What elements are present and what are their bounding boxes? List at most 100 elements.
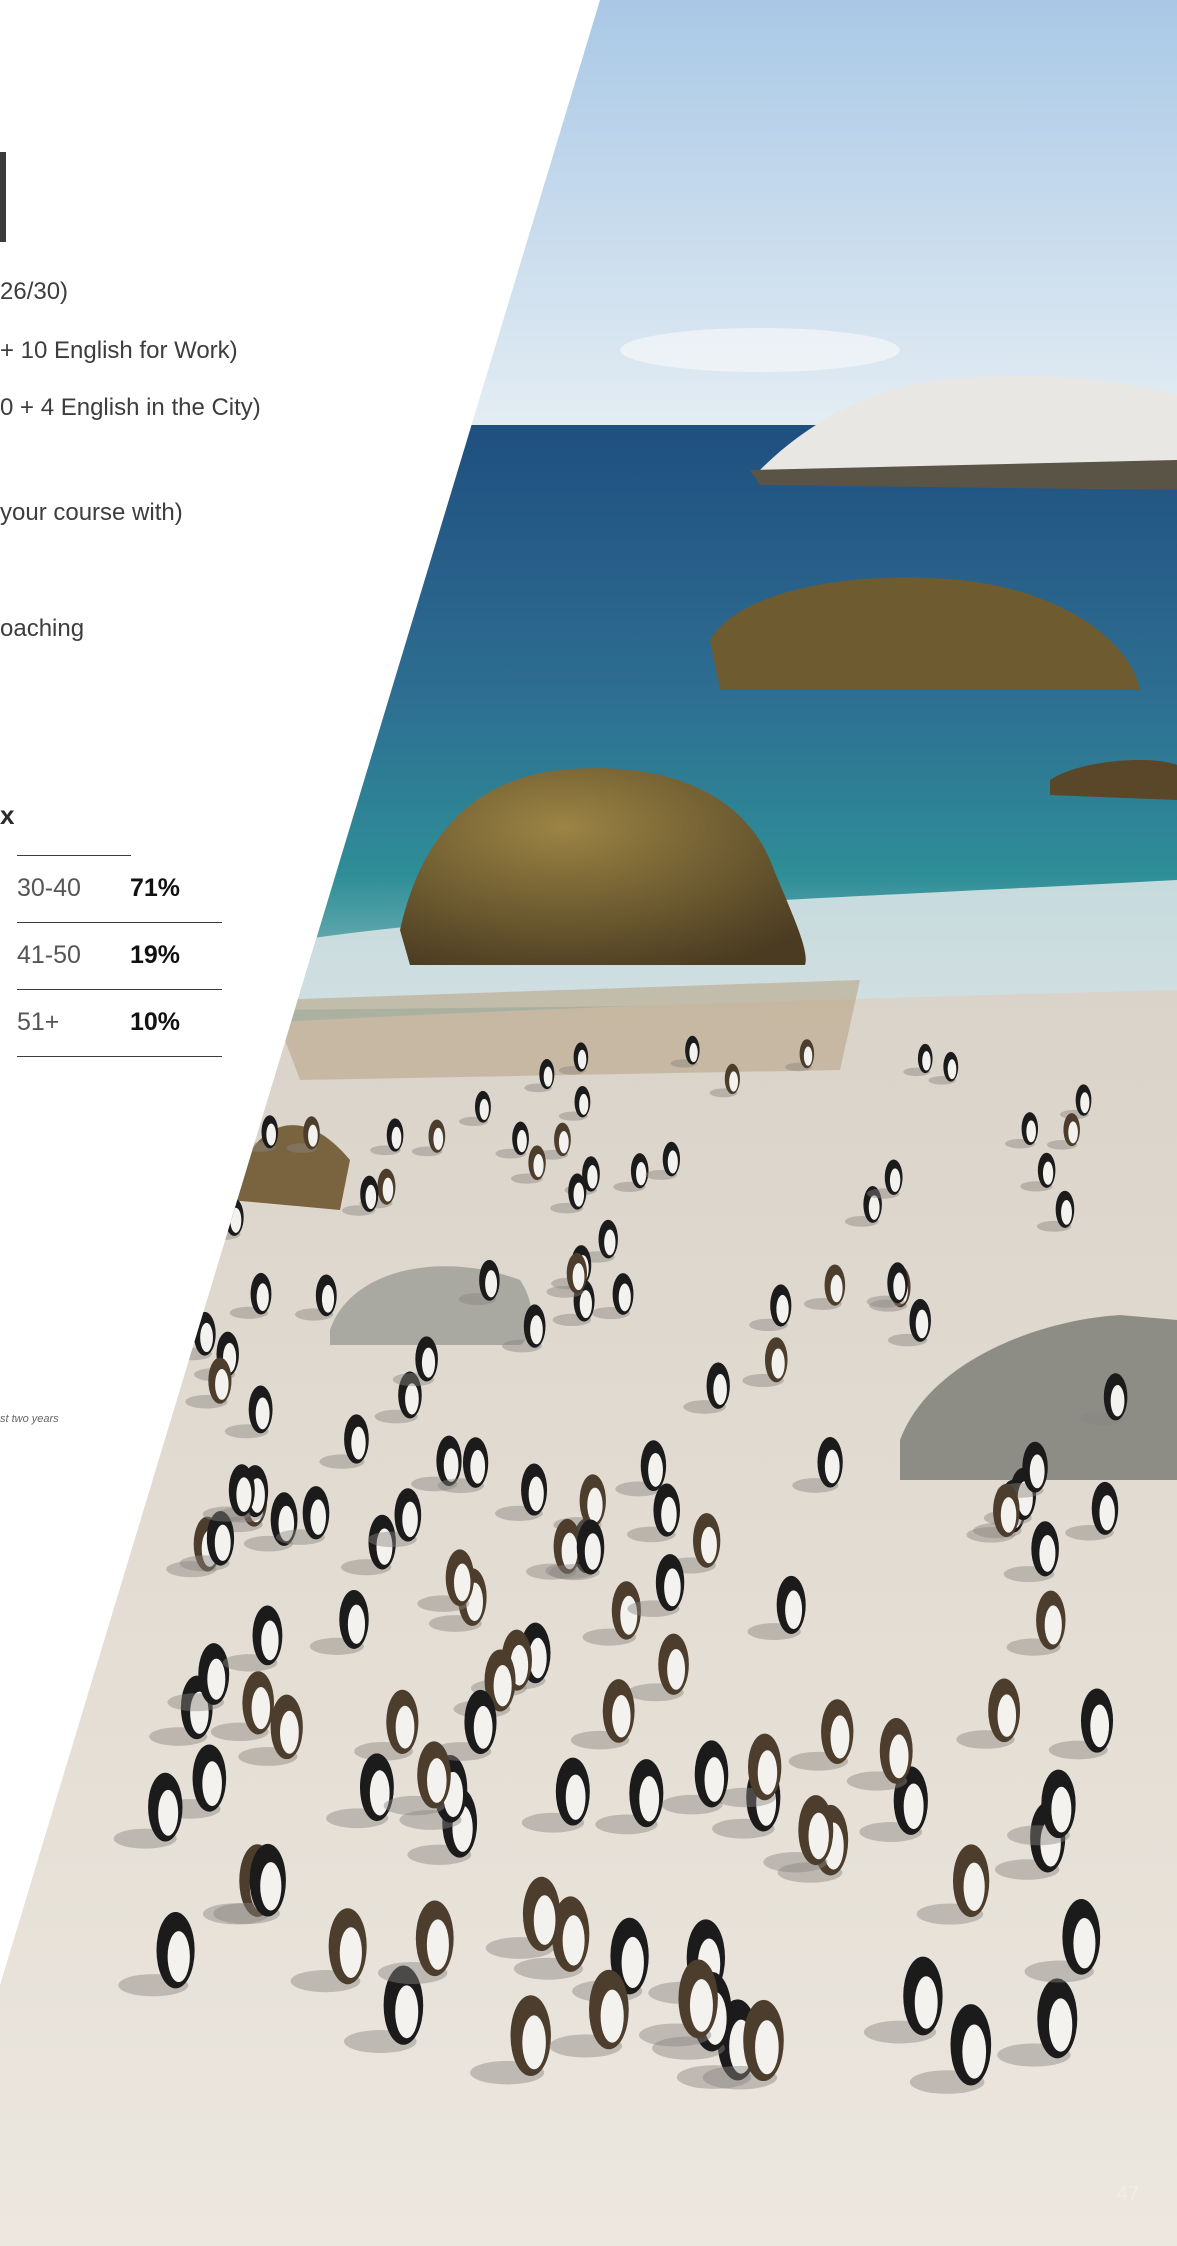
penguin-belly bbox=[600, 1989, 624, 2043]
age-row: 30-40 71% bbox=[17, 856, 222, 923]
penguin-belly bbox=[402, 1501, 418, 1538]
penguin-belly bbox=[577, 1049, 587, 1070]
penguin-belly bbox=[517, 1129, 527, 1153]
penguin-belly bbox=[202, 1761, 222, 1807]
penguin-belly bbox=[473, 1705, 493, 1749]
penguin-belly bbox=[443, 1448, 459, 1482]
penguin-belly bbox=[530, 1315, 543, 1345]
penguin-belly bbox=[167, 1931, 190, 1983]
penguin-belly bbox=[470, 1449, 486, 1484]
penguin-belly bbox=[584, 1533, 601, 1570]
penguin-belly bbox=[757, 1750, 778, 1795]
penguin-belly bbox=[347, 1604, 366, 1644]
penguin-belly bbox=[620, 1595, 638, 1635]
age-percent: 10% bbox=[130, 1008, 181, 1036]
penguin-belly bbox=[755, 2020, 779, 2075]
penguin-belly bbox=[279, 1710, 299, 1754]
course-line-4: your course with) bbox=[0, 499, 183, 526]
penguin-belly bbox=[667, 1150, 678, 1174]
penguin-belly bbox=[579, 1093, 589, 1115]
penguin-belly bbox=[1099, 1495, 1115, 1531]
penguin-belly bbox=[664, 1568, 681, 1607]
penguin-belly bbox=[261, 1620, 279, 1661]
penguin-belly bbox=[785, 1590, 803, 1630]
penguin-belly bbox=[1051, 1786, 1072, 1833]
penguin-belly bbox=[207, 1658, 226, 1700]
penguin-belly bbox=[704, 1757, 725, 1802]
penguin-belly bbox=[1090, 1704, 1110, 1748]
penguin-belly bbox=[565, 1774, 586, 1820]
page-number: 47 bbox=[1116, 2183, 1139, 2205]
penguin-belly bbox=[522, 2015, 546, 2070]
penguin-belly bbox=[903, 1783, 924, 1830]
penguin-belly bbox=[1048, 1998, 1073, 2052]
penguin-belly bbox=[776, 1294, 789, 1324]
penguin-belly bbox=[485, 1270, 498, 1298]
penguin-belly bbox=[648, 1452, 663, 1487]
penguin-belly bbox=[351, 1426, 366, 1460]
course-line-5: oaching bbox=[0, 615, 85, 642]
penguin-belly bbox=[158, 1789, 179, 1836]
penguin-belly bbox=[308, 1124, 318, 1147]
penguin-belly bbox=[256, 1283, 269, 1312]
penguin-belly bbox=[427, 1758, 447, 1803]
age-range: 41-50 bbox=[17, 941, 81, 969]
penguin-belly bbox=[963, 1862, 985, 1912]
penguin-belly bbox=[713, 1373, 727, 1405]
penguin-belly bbox=[421, 1347, 436, 1378]
penguin-belly bbox=[200, 1322, 213, 1353]
age-range: 51+ bbox=[17, 1008, 60, 1036]
penguin-belly bbox=[1110, 1385, 1125, 1417]
penguin-belly bbox=[587, 1487, 603, 1523]
penguin-belly bbox=[1039, 1535, 1056, 1572]
penguin-belly bbox=[321, 1284, 335, 1313]
penguin-belly bbox=[395, 1985, 419, 2039]
penguin-belly bbox=[689, 1979, 713, 2032]
penguin-belly bbox=[612, 1695, 631, 1738]
penguin-belly bbox=[771, 1348, 785, 1379]
penguin-belly bbox=[868, 1195, 880, 1220]
penguin-belly bbox=[310, 1499, 326, 1535]
penguin-belly bbox=[803, 1046, 813, 1066]
penguin-belly bbox=[426, 1919, 449, 1970]
age-row: 51+ 10% bbox=[17, 990, 222, 1057]
penguin-belly bbox=[604, 1229, 616, 1256]
penguin-belly bbox=[543, 1066, 553, 1087]
penguin-belly bbox=[1061, 1200, 1072, 1225]
penguin-belly bbox=[339, 1927, 362, 1978]
sky bbox=[0, 0, 1177, 430]
penguin-belly bbox=[830, 1274, 843, 1303]
penguin-belly bbox=[453, 1563, 471, 1602]
penguin-belly bbox=[667, 1648, 686, 1690]
penguin-belly bbox=[700, 1526, 717, 1564]
penguin-belly bbox=[558, 1130, 569, 1154]
age-percent: 71% bbox=[130, 874, 181, 902]
penguin-belly bbox=[824, 1449, 840, 1484]
penguin-belly bbox=[922, 1051, 931, 1071]
penguin-belly bbox=[562, 1915, 585, 1966]
age-row: 41-50 19% bbox=[17, 923, 222, 990]
penguin-belly bbox=[382, 1177, 394, 1202]
footnote: st two years bbox=[0, 1413, 59, 1425]
penguin-belly bbox=[914, 1976, 938, 2029]
course-line-2: + 10 English for Work) bbox=[0, 337, 238, 364]
penguin-belly bbox=[808, 1812, 829, 1860]
penguin-belly bbox=[255, 1397, 270, 1430]
penguin-belly bbox=[533, 1895, 556, 1945]
penguin-belly bbox=[479, 1098, 489, 1121]
penguin-belly bbox=[997, 1694, 1017, 1737]
penguin-belly bbox=[266, 1123, 276, 1146]
penguin-belly bbox=[561, 1532, 578, 1570]
course-line-1: 26/30) bbox=[0, 278, 69, 305]
penguin-belly bbox=[1068, 1121, 1078, 1144]
penguin-belly bbox=[947, 1059, 957, 1080]
penguin-belly bbox=[1026, 1120, 1036, 1143]
dark-accent-bar bbox=[0, 152, 6, 242]
penguin-belly bbox=[573, 1182, 585, 1207]
penguin-belly bbox=[215, 1369, 229, 1400]
penguin-belly bbox=[230, 1207, 242, 1233]
age-range: 30-40 bbox=[17, 874, 81, 902]
penguin-belly bbox=[661, 1496, 677, 1533]
penguin-belly bbox=[621, 1936, 644, 1988]
penguin-belly bbox=[915, 1309, 929, 1339]
